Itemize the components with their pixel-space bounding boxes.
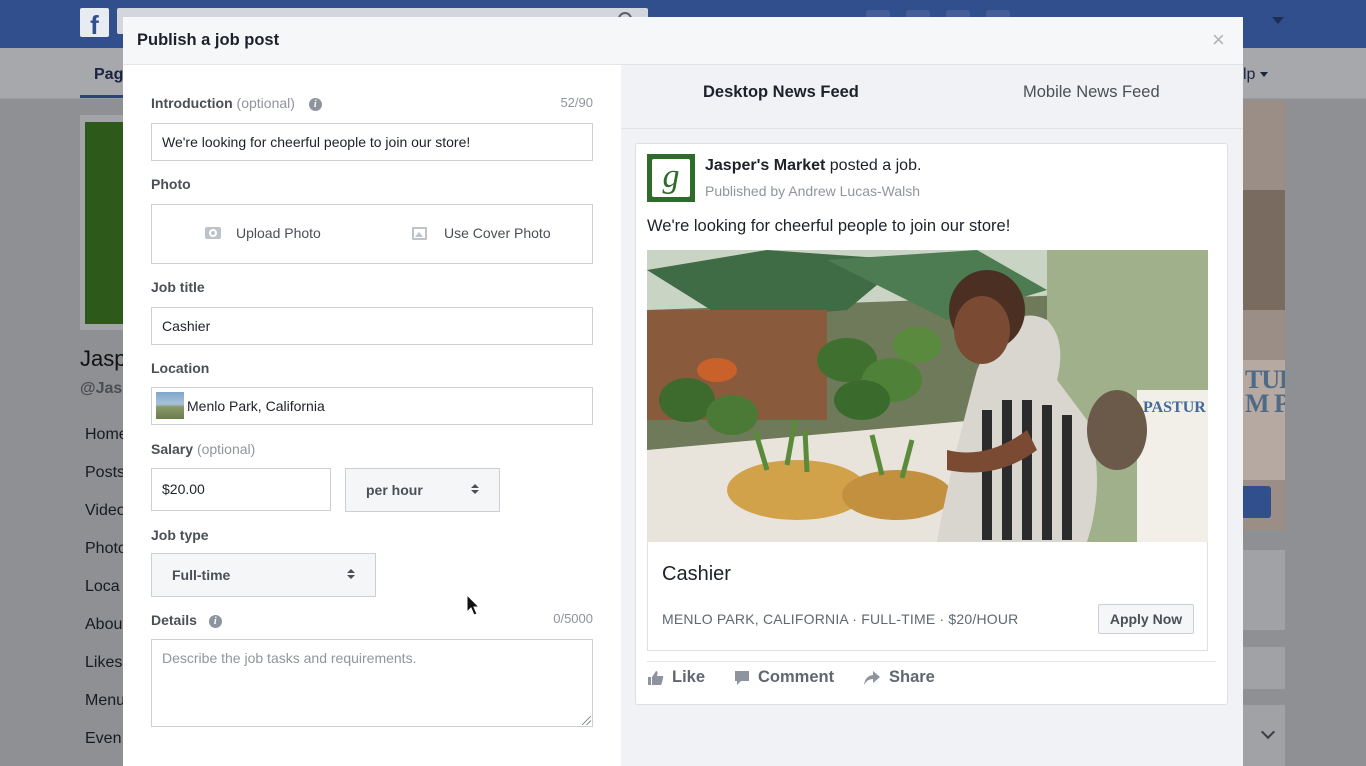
post-author: Jasper's Market posted a job. (705, 157, 921, 175)
photo-label: Photo (151, 176, 191, 192)
job-title-input[interactable]: Cashier (151, 307, 593, 345)
cover-photo-text: TUR M P (1245, 365, 1285, 418)
actions-divider (647, 661, 1216, 662)
use-cover-photo-button[interactable]: Use Cover Photo (412, 225, 551, 241)
account-menu-icon[interactable] (1272, 17, 1284, 24)
sidebar-item-events[interactable]: Even (85, 730, 128, 766)
close-icon[interactable]: × (1212, 29, 1225, 51)
photo-selector: Upload Photo Use Cover Photo (151, 204, 593, 264)
use-cover-photo-label: Use Cover Photo (444, 225, 551, 241)
tab-mobile-news-feed[interactable]: Mobile News Feed (1023, 83, 1160, 102)
post-preview: Desktop News Feed Mobile News Feed g Jas… (621, 65, 1243, 766)
introduction-label-text: Introduction (151, 95, 233, 111)
info-icon[interactable]: i (308, 98, 322, 111)
published-by: Published by Andrew Lucas-Walsh (705, 183, 921, 199)
salary-period-value: per hour (366, 482, 423, 498)
tab-help[interactable]: lp (1243, 66, 1268, 84)
salary-label: Salary (optional) (151, 441, 255, 457)
share-button[interactable]: Share (863, 668, 935, 687)
like-page-button[interactable] (1243, 486, 1271, 518)
active-tab-indicator (80, 95, 124, 98)
tab-desktop-news-feed[interactable]: Desktop News Feed (703, 83, 859, 102)
job-type-label: Job type (151, 527, 209, 543)
facebook-logo-icon[interactable]: f (80, 8, 109, 37)
job-info: Cashier MENLO PARK, CALIFORNIA · FULL-TI… (647, 542, 1208, 651)
background-card (1243, 647, 1285, 689)
preview-job-meta: MENLO PARK, CALIFORNIA · FULL-TIME · $20… (662, 611, 1019, 627)
location-thumbnail (156, 391, 184, 419)
job-form: Introduction (optional) i 52/90 We're lo… (123, 65, 621, 766)
camera-icon (205, 227, 221, 239)
comment-label: Comment (758, 668, 835, 686)
tab-page[interactable]: Pag (94, 66, 123, 84)
introduction-optional-text: (optional) (236, 95, 295, 111)
details-textarea[interactable] (151, 639, 593, 727)
sidebar-item-home[interactable]: Home (85, 426, 128, 464)
info-icon[interactable]: i (208, 615, 222, 628)
upload-photo-label: Upload Photo (236, 225, 321, 241)
cover-photo: TUR M P (1243, 100, 1285, 530)
comment-icon (735, 670, 749, 685)
share-icon (864, 670, 880, 685)
page-sidebar-nav: Home Posts Video Photo Loca Abou Likes M… (85, 426, 128, 766)
background-card (1243, 550, 1285, 630)
svg-text:PASTUR: PASTUR (1143, 399, 1206, 416)
salary-optional-text: (optional) (196, 441, 256, 457)
job-title-label: Job title (151, 279, 205, 295)
mouse-cursor-icon (466, 594, 481, 616)
job-post-preview-card: g Jasper's Market posted a job. Publishe… (635, 143, 1228, 705)
location-input[interactable]: Menlo Park, California (151, 387, 593, 425)
page-profile-picture[interactable] (80, 115, 124, 330)
salary-input[interactable]: $20.00 (151, 468, 331, 511)
select-arrows-icon (347, 569, 355, 581)
post-text: We're looking for cheerful people to joi… (647, 217, 1011, 235)
upload-photo-button[interactable]: Upload Photo (205, 225, 321, 241)
preview-job-title: Cashier (662, 563, 731, 585)
share-label: Share (889, 668, 935, 686)
sidebar-item-posts[interactable]: Posts (85, 464, 128, 502)
location-value: Menlo Park, California (187, 398, 325, 414)
sidebar-item-photos[interactable]: Photo (85, 540, 128, 578)
page-handle: @Jas (80, 380, 123, 397)
select-arrows-icon (471, 484, 479, 496)
thumbs-up-icon (648, 670, 664, 685)
post-page-name[interactable]: Jasper's Market (705, 157, 825, 174)
dialog-title: Publish a job post (137, 31, 280, 49)
job-type-select[interactable]: Full-time (151, 553, 376, 597)
like-button[interactable]: Like (647, 668, 705, 687)
introduction-char-counter: 52/90 (560, 95, 593, 110)
comment-button[interactable]: Comment (734, 668, 834, 687)
sidebar-item-locations[interactable]: Loca (85, 578, 128, 616)
details-char-counter: 0/5000 (553, 611, 593, 626)
sidebar-item-likes[interactable]: Likes (85, 654, 128, 692)
details-label-text: Details (151, 612, 197, 628)
introduction-input[interactable]: We're looking for cheerful people to joi… (151, 123, 593, 161)
resize-handle-icon[interactable] (582, 716, 591, 725)
tab-divider (621, 128, 1243, 129)
details-label: Details i (151, 612, 222, 628)
page-logo-icon[interactable]: g (647, 154, 695, 202)
sidebar-item-videos[interactable]: Video (85, 502, 128, 540)
dialog-header: Publish a job post × (123, 17, 1243, 65)
sidebar-item-menu[interactable]: Menu (85, 692, 128, 730)
image-icon (412, 226, 427, 240)
apply-now-button[interactable]: Apply Now (1098, 604, 1194, 634)
job-post-image: PASTUR (647, 250, 1208, 542)
like-label: Like (672, 668, 706, 686)
salary-label-text: Salary (151, 441, 194, 457)
page-name: Jasp (80, 346, 127, 371)
publish-job-post-dialog: Publish a job post × Introduction (optio… (123, 17, 1243, 766)
introduction-label: Introduction (optional) i (151, 95, 322, 111)
salary-period-select[interactable]: per hour (345, 468, 500, 512)
sidebar-item-about[interactable]: Abou (85, 616, 128, 654)
location-label: Location (151, 360, 210, 376)
job-type-value: Full-time (172, 567, 231, 583)
post-action-text: posted a job. (829, 157, 922, 174)
